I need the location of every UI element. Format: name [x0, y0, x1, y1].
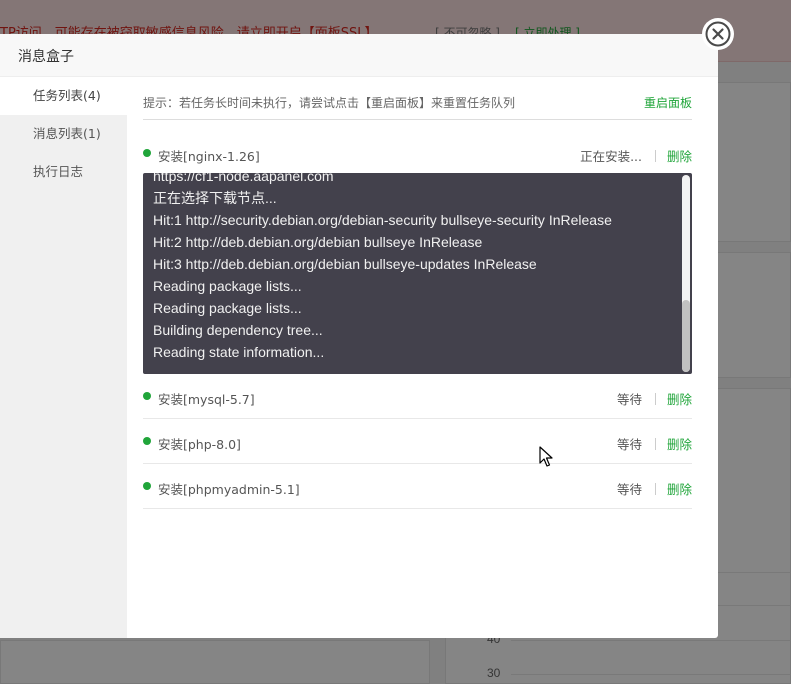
log-line: Building dependency tree... [153, 322, 323, 338]
task-row: 安装[phpmyadmin-5.1] 等待 删除 [143, 464, 692, 509]
task-row: 安装[php-8.0] 等待 删除 [143, 419, 692, 464]
log-line: Hit:2 http://deb.debian.org/debian bulls… [153, 234, 483, 250]
delete-task-button[interactable]: 删除 [667, 479, 692, 498]
install-log-console[interactable]: https://cf1-node.aapanel.com 正在选择下载节点...… [143, 173, 692, 374]
task-name: 安装[nginx-1.26] [158, 149, 260, 164]
delete-task-button[interactable]: 删除 [667, 146, 692, 165]
modal-title: 消息盒子 [18, 49, 74, 65]
close-icon [705, 21, 731, 47]
separator [654, 149, 656, 162]
task-actions: 等待 删除 [617, 389, 692, 408]
separator [654, 437, 656, 450]
task-status: 正在安装... [580, 149, 642, 164]
status-dot-icon [143, 149, 151, 157]
task-actions: 等待 删除 [617, 434, 692, 453]
task-name: 安装[php-8.0] [158, 437, 241, 452]
message-box-modal: 消息盒子 任务列表(4) 消息列表(1) 执行日志 提示：若任务长时间未执行，请… [0, 34, 718, 638]
log-line: 正在选择下载节点... [153, 190, 277, 206]
log-line: Hit:1 http://security.debian.org/debian-… [153, 212, 612, 228]
task-row: 安装[nginx-1.26] 正在安装... 删除 [143, 120, 692, 173]
log-line: Reading package lists... [153, 278, 302, 294]
tab-task-list[interactable]: 任务列表(4) [0, 77, 127, 115]
tip-row: 提示：若任务长时间未执行，请尝试点击【重启面板】来重置任务队列 重启面板 [143, 77, 692, 120]
task-status: 等待 [616, 437, 642, 452]
task-name: 安装[mysql-5.7] [158, 392, 255, 407]
log-line: Reading state information... [153, 344, 325, 360]
task-name: 安装[phpmyadmin-5.1] [158, 482, 300, 497]
delete-task-button[interactable]: 删除 [667, 434, 692, 453]
restart-panel-button[interactable]: 重启面板 [644, 94, 692, 111]
task-status: 等待 [616, 392, 642, 407]
log-lines: https://cf1-node.aapanel.com 正在选择下载节点...… [153, 173, 612, 363]
task-row: 安装[mysql-5.7] 等待 删除 [143, 374, 692, 419]
mouse-pointer-icon [539, 446, 553, 467]
modal-sidebar: 任务列表(4) 消息列表(1) 执行日志 [0, 77, 127, 638]
log-scrollbar[interactable] [682, 175, 690, 372]
status-dot-icon [143, 437, 151, 445]
log-scrollbar-thumb[interactable] [682, 300, 690, 372]
tip-text: 提示：若任务长时间未执行，请尝试点击【重启面板】来重置任务队列 [143, 96, 516, 110]
status-dot-icon [143, 482, 151, 490]
separator [654, 392, 656, 405]
task-actions: 等待 删除 [617, 479, 692, 498]
log-line: Reading package lists... [153, 300, 302, 316]
log-line: https://cf1-node.aapanel.com [153, 173, 334, 184]
modal-header: 消息盒子 [0, 34, 718, 77]
separator [654, 482, 656, 495]
close-modal-button[interactable] [702, 18, 734, 50]
task-actions: 正在安装... 删除 [580, 146, 692, 165]
tab-message-list[interactable]: 消息列表(1) [0, 115, 127, 153]
tab-execution-log[interactable]: 执行日志 [0, 153, 127, 191]
delete-task-button[interactable]: 删除 [667, 389, 692, 408]
task-status: 等待 [616, 482, 642, 497]
status-dot-icon [143, 392, 151, 400]
task-list-panel: 提示：若任务长时间未执行，请尝试点击【重启面板】来重置任务队列 重启面板 安装[… [143, 77, 692, 638]
log-line: Hit:3 http://deb.debian.org/debian bulls… [153, 256, 537, 272]
